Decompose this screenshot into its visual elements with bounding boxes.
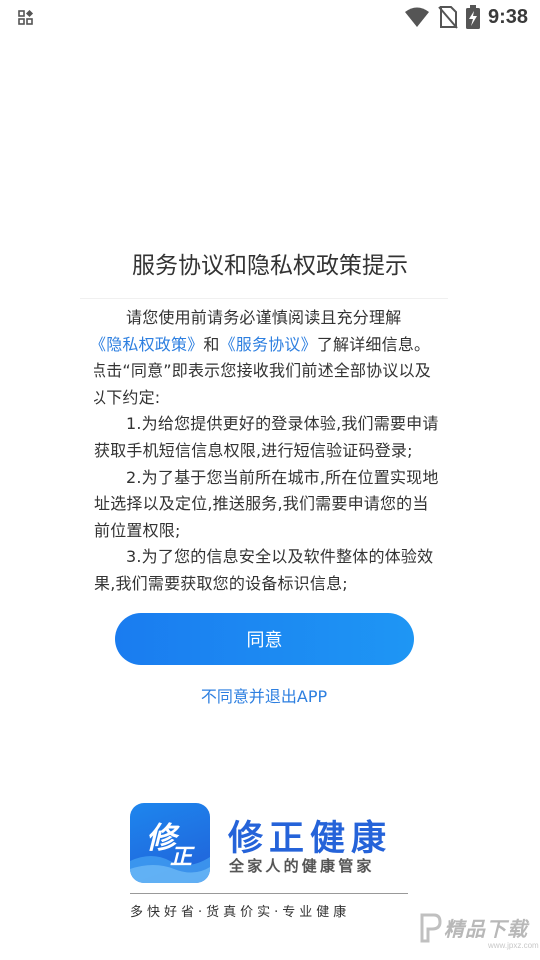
- status-time: 9:38: [487, 5, 528, 28]
- service-agreement-link[interactable]: 《服务协议》: [220, 335, 317, 354]
- agreement-item-1: 1.为给您提供更好的登录体验,我们需要申请获取手机短信信息权限,进行短信验证码登…: [94, 414, 439, 460]
- agreement-text-scroll[interactable]: 请您使用前请务必谨慎阅读且充分理解 《隐私权政策》和《服务协议》了解详细信息。点…: [94, 305, 440, 601]
- brand-tagline: 多快好省·货真价实·专业健康: [130, 905, 351, 920]
- agreement-intro: 请您使用前请务必谨慎阅读且充分理解: [94, 305, 440, 332]
- brand-slogan: 全家人的健康管家: [229, 857, 375, 875]
- logo-char-bottom: 正: [170, 845, 193, 870]
- brand-divider: [130, 893, 408, 894]
- brand-name: 修正健康: [228, 819, 393, 859]
- no-sim-icon: [438, 6, 458, 29]
- privacy-policy-link[interactable]: 《隐私权政策》: [94, 335, 203, 354]
- watermark-logo-icon: [420, 913, 442, 943]
- watermark-sub: www.jpxz.com: [488, 941, 539, 950]
- agreement-links: 《隐私权政策》和《服务协议》了解详细信息。点击“同意”即表示您接收我们前述全部协…: [94, 332, 440, 412]
- agreement-item-3: 3.为了您的信息安全以及软件整体的体验效果,我们需要获取您的设备标识信息;: [94, 547, 434, 593]
- and-text: 和: [203, 334, 220, 354]
- watermark: 精品下载 www.jpxz.com: [418, 905, 539, 955]
- agree-button[interactable]: 同意: [115, 613, 414, 665]
- disagree-exit-link[interactable]: 不同意并退出APP: [0, 683, 528, 707]
- agreement-item-2: 2.为了基于您当前所在城市,所在位置实现地址选择以及定位,推送服务,我们需要申请…: [94, 467, 439, 540]
- apps-grid-icon: [18, 9, 34, 30]
- brand-logo: 修 正: [130, 803, 210, 883]
- watermark-text: 精品下载: [444, 917, 528, 941]
- wifi-icon: [404, 7, 429, 27]
- title-divider: [80, 298, 448, 299]
- status-icons: 9:38: [404, 5, 528, 29]
- battery-charging-icon: [465, 5, 480, 29]
- intro-text: 请您使用前请务必谨慎阅读且充分理解: [126, 308, 402, 327]
- status-bar: 9:38: [0, 0, 540, 36]
- dialog-title: 服务协议和隐私权政策提示: [132, 253, 408, 279]
